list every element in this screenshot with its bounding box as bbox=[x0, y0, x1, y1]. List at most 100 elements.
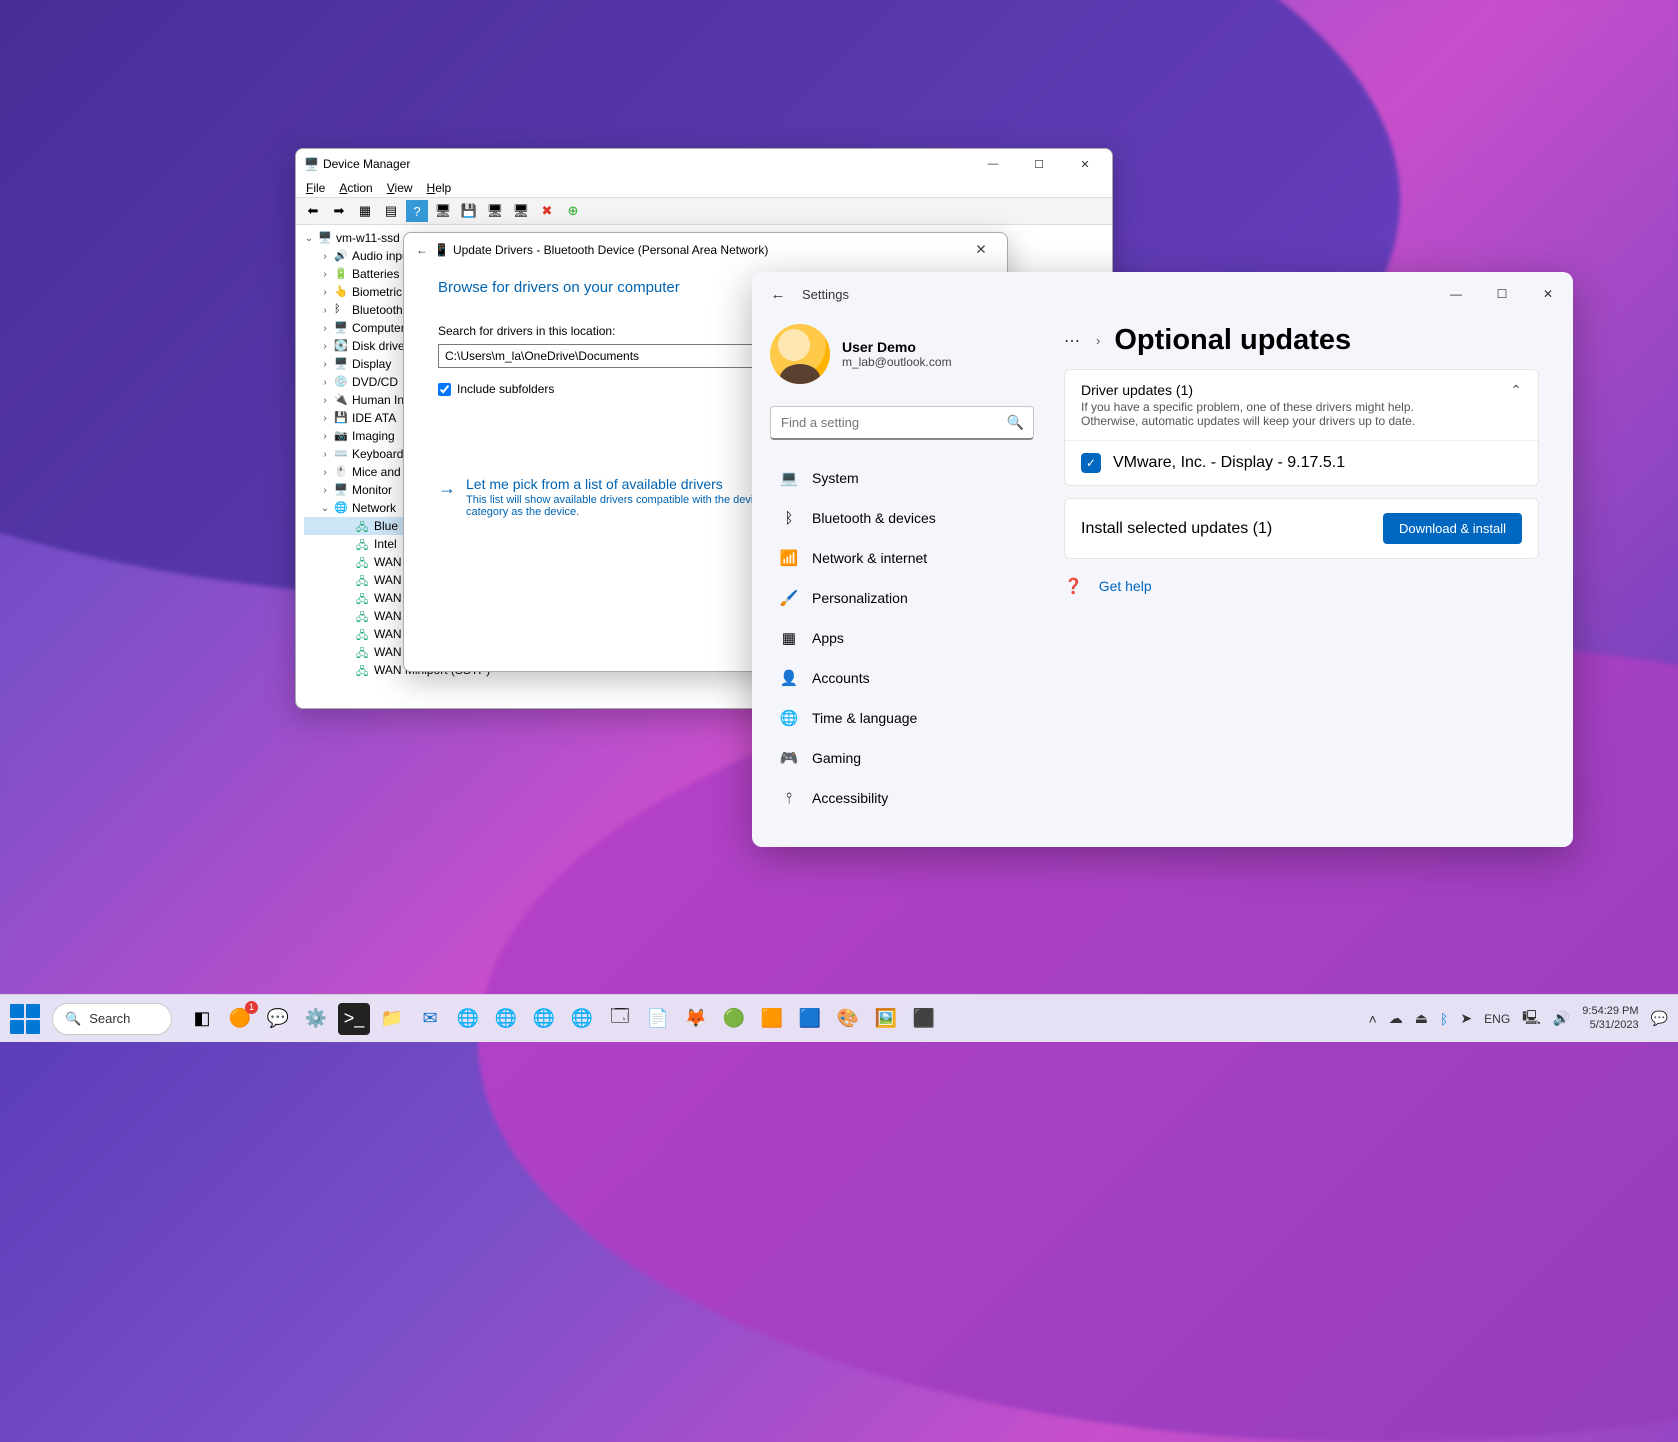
toolbar-show-tree-icon[interactable]: ▦ bbox=[354, 200, 376, 222]
driver-update-item[interactable]: ✓ VMware, Inc. - Display - 9.17.5.1 bbox=[1065, 440, 1538, 485]
dialog-titlebar[interactable]: ← 📱 Update Drivers - Bluetooth Device (P… bbox=[404, 233, 1007, 267]
driver-item-label: VMware, Inc. - Display - 9.17.5.1 bbox=[1113, 454, 1345, 472]
language-indicator[interactable]: ENG bbox=[1484, 1012, 1510, 1026]
taskbar-search[interactable]: 🔍 Search bbox=[52, 1003, 172, 1035]
driver-item-checkbox[interactable]: ✓ bbox=[1081, 453, 1101, 473]
toolbar-forward-icon[interactable]: ➡ bbox=[328, 200, 350, 222]
nav-icon: 📶 bbox=[780, 549, 798, 567]
nav-item[interactable]: 📶 Network & internet bbox=[770, 538, 1034, 578]
nav-label: System bbox=[812, 470, 859, 486]
terminal-icon[interactable]: >_ bbox=[338, 1003, 370, 1035]
start-button[interactable] bbox=[10, 1004, 40, 1034]
nav-label: Accessibility bbox=[812, 790, 888, 806]
usb-icon[interactable]: ⏏ bbox=[1415, 1010, 1428, 1027]
nav-item[interactable]: 🌐Time & language bbox=[770, 698, 1034, 738]
toolbar-uninstall-icon[interactable]: 🖥 bbox=[510, 200, 532, 222]
edge-dev-icon[interactable]: 🌐 bbox=[528, 1003, 560, 1035]
explorer-icon[interactable]: 📁 bbox=[376, 1003, 408, 1035]
chevron-up-icon[interactable]: ⌃ bbox=[1510, 382, 1522, 428]
dialog-back-icon[interactable]: ← bbox=[410, 243, 434, 257]
settings-app-icon[interactable]: ⚙️ bbox=[300, 1003, 332, 1035]
edge-canary-icon[interactable]: 🌐 bbox=[566, 1003, 598, 1035]
chat-icon[interactable]: 💬 bbox=[262, 1003, 294, 1035]
notifications-icon[interactable]: 💬 bbox=[1651, 1010, 1668, 1027]
nav-item[interactable]: ᛒBluetooth & devices bbox=[770, 498, 1034, 538]
toolbar-add-icon[interactable]: ⊕ bbox=[562, 200, 584, 222]
taskbar-pinned-apps: ◧ 🟠1 💬 ⚙️ >_ 📁 ✉ 🌐 🌐 🌐 🌐 🗔 📄 🦊 🟢 🟧 🟦 🎨 🖼… bbox=[186, 1003, 940, 1035]
settings-maximize-button[interactable]: ☐ bbox=[1479, 276, 1525, 312]
network-icon[interactable]: 🖳 bbox=[1522, 1007, 1541, 1031]
user-name: User Demo bbox=[842, 339, 952, 355]
nav-icon: 💻 bbox=[780, 469, 798, 487]
user-email: m_lab@outlook.com bbox=[842, 355, 952, 369]
toolbar-scan-icon[interactable]: 🖥 bbox=[432, 200, 454, 222]
edge-icon[interactable]: 🌐 bbox=[452, 1003, 484, 1035]
toolbar-properties-icon[interactable]: ▤ bbox=[380, 200, 402, 222]
notepad-icon[interactable]: 📄 bbox=[642, 1003, 674, 1035]
tray-chevron-icon[interactable]: ˄ bbox=[1369, 1011, 1377, 1027]
outlook-icon[interactable]: ✉ bbox=[414, 1003, 446, 1035]
close-button[interactable]: ✕ bbox=[1062, 149, 1108, 179]
device-icon: 📱 bbox=[434, 243, 449, 257]
settings-search-input[interactable] bbox=[770, 406, 1034, 440]
nav-item[interactable]: 👤Accounts bbox=[770, 658, 1034, 698]
app-icon-5[interactable]: ⬛ bbox=[908, 1003, 940, 1035]
nav-label: Bluetooth & devices bbox=[812, 510, 936, 526]
location-icon[interactable]: ➤ bbox=[1460, 1010, 1472, 1027]
volume-icon[interactable]: 🔊 bbox=[1553, 1010, 1570, 1027]
toolbar-help-icon[interactable]: ? bbox=[406, 200, 428, 222]
nav-label: Apps bbox=[812, 630, 844, 646]
nav-label: Gaming bbox=[812, 750, 861, 766]
toolbar-back-icon[interactable]: ⬅ bbox=[302, 200, 324, 222]
nav-icon: 🎮 bbox=[780, 749, 798, 767]
settings-close-button[interactable]: ✕ bbox=[1525, 276, 1571, 312]
app-icon-2[interactable]: 🗔 bbox=[604, 1003, 636, 1035]
chrome-icon[interactable]: 🟢 bbox=[718, 1003, 750, 1035]
device-manager-titlebar[interactable]: 🖥️ Device Manager — ☐ ✕ bbox=[296, 149, 1112, 179]
photos-icon[interactable]: 🖼️ bbox=[870, 1003, 902, 1035]
app-icon[interactable]: 🟠1 bbox=[224, 1003, 256, 1035]
app-icon-4[interactable]: 🟦 bbox=[794, 1003, 826, 1035]
nav-item[interactable]: 🎮 Gaming bbox=[770, 738, 1034, 778]
toolbar-disable-icon[interactable]: ✖ bbox=[536, 200, 558, 222]
nav-item[interactable]: ▦Apps bbox=[770, 618, 1034, 658]
nav-item[interactable]: 🖌️Personalization bbox=[770, 578, 1034, 618]
toolbar-update-icon[interactable]: 🖥 bbox=[484, 200, 506, 222]
settings-minimize-button[interactable]: — bbox=[1433, 276, 1479, 312]
get-help-row[interactable]: ❓ Get help bbox=[1064, 577, 1539, 595]
breadcrumb-more-icon[interactable]: ⋯ bbox=[1064, 331, 1082, 351]
task-view-icon[interactable]: ◧ bbox=[186, 1003, 218, 1035]
settings-titlebar[interactable]: ← Settings — ☐ ✕ bbox=[752, 272, 1573, 316]
nav-label: Network & internet bbox=[812, 550, 927, 566]
taskbar-clock[interactable]: 9:54:29 PM 5/31/2023 bbox=[1582, 1005, 1638, 1033]
edge-beta-icon[interactable]: 🌐 bbox=[490, 1003, 522, 1035]
get-help-link[interactable]: Get help bbox=[1099, 578, 1152, 594]
dialog-title: Update Drivers - Bluetooth Device (Perso… bbox=[449, 243, 961, 257]
app-icon-3[interactable]: 🟧 bbox=[756, 1003, 788, 1035]
nav-icon: 🖌️ bbox=[780, 589, 798, 607]
minimize-button[interactable]: — bbox=[970, 149, 1016, 179]
menu-action[interactable]: Action bbox=[339, 181, 372, 195]
nav-icon: 👤 bbox=[780, 669, 798, 687]
settings-app-label: Settings bbox=[802, 287, 849, 302]
menu-file[interactable]: File bbox=[306, 181, 325, 195]
menu-view[interactable]: View bbox=[387, 181, 413, 195]
paint-icon[interactable]: 🎨 bbox=[832, 1003, 864, 1035]
onedrive-icon[interactable]: ☁ bbox=[1389, 1010, 1403, 1027]
device-manager-menubar: File Action View Help bbox=[296, 179, 1112, 198]
menu-help[interactable]: Help bbox=[427, 181, 452, 195]
maximize-button[interactable]: ☐ bbox=[1016, 149, 1062, 179]
driver-updates-header[interactable]: Driver updates (1) If you have a specifi… bbox=[1065, 370, 1538, 440]
firefox-icon[interactable]: 🦊 bbox=[680, 1003, 712, 1035]
dialog-close-button[interactable]: ✕ bbox=[961, 233, 1001, 267]
download-install-button[interactable]: Download & install bbox=[1383, 513, 1522, 544]
install-selected-label: Install selected updates (1) bbox=[1081, 520, 1272, 538]
toolbar-device-icon[interactable]: 💾 bbox=[458, 200, 480, 222]
include-subfolders-input[interactable] bbox=[438, 383, 451, 396]
nav-item[interactable]: ⫯Accessibility bbox=[770, 778, 1034, 818]
nav-item[interactable]: 💻 System bbox=[770, 458, 1034, 498]
bluetooth-icon[interactable]: ᛒ bbox=[1440, 1011, 1448, 1027]
driver-updates-card: Driver updates (1) If you have a specifi… bbox=[1064, 369, 1539, 486]
settings-back-icon[interactable]: ← bbox=[754, 286, 802, 303]
user-profile[interactable]: User Demo m_lab@outlook.com bbox=[770, 324, 1034, 384]
